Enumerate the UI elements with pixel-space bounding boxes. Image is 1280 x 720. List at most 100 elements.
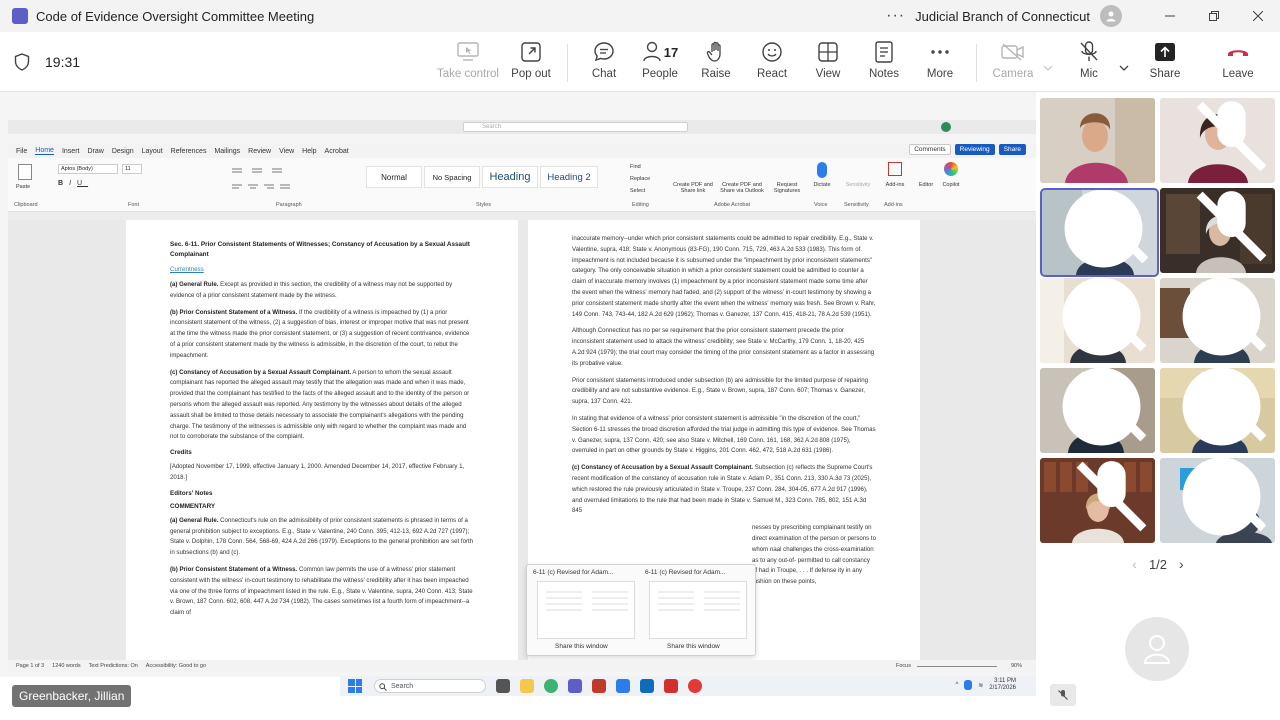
participant-tile[interactable] [1160, 368, 1275, 453]
tray-clock[interactable]: 3:11 PM 2/17/2026 [989, 678, 1016, 692]
request-signatures-button[interactable]: Request Signatures [770, 182, 804, 194]
account-avatar[interactable] [1100, 5, 1122, 27]
word-tab[interactable]: Help [302, 148, 316, 155]
more-button[interactable]: More [907, 40, 973, 88]
word-right-buttons: Comments Reviewing Share [909, 144, 1026, 155]
style-normal[interactable]: Normal [366, 166, 422, 188]
participant-tile[interactable] [1040, 98, 1155, 183]
copilot-icon[interactable] [944, 162, 958, 176]
find-button[interactable]: Find [630, 164, 641, 170]
word-tab[interactable]: Design [112, 148, 134, 155]
task-view-icon[interactable] [496, 679, 510, 693]
person-icon [1106, 11, 1116, 22]
organization-name: Judicial Branch of Connecticut [915, 8, 1090, 24]
word-tab[interactable]: File [16, 148, 27, 155]
participant-tile[interactable] [1160, 278, 1275, 363]
font-name-box[interactable]: Aptos (Body) [58, 164, 118, 174]
participant-tile-speaking[interactable] [1040, 188, 1159, 277]
teams-app-icon[interactable] [568, 679, 582, 693]
toolbar-divider [976, 44, 977, 82]
camera-button[interactable]: Camera [980, 40, 1046, 88]
outlook-app-icon[interactable] [592, 679, 606, 693]
minimize-icon[interactable] [1148, 0, 1192, 32]
windows-start-icon[interactable] [348, 679, 362, 693]
chrome-app-icon[interactable] [688, 679, 702, 693]
word-tab[interactable]: Insert [62, 148, 80, 155]
focus-button[interactable]: Focus [896, 663, 911, 669]
taskbar-search[interactable]: Search [374, 679, 486, 693]
acrobat-app-icon[interactable] [664, 679, 678, 693]
outlook-mail-icon[interactable] [640, 679, 654, 693]
window-thumbnail[interactable] [537, 581, 635, 639]
style-heading1[interactable]: Heading [482, 166, 538, 188]
replace-button[interactable]: Replace [630, 176, 650, 182]
word-search-box[interactable]: Search [463, 122, 688, 132]
restore-icon[interactable] [1192, 0, 1236, 32]
participant-tile[interactable] [1160, 458, 1275, 543]
share-this-window-button[interactable]: Share this window [667, 643, 720, 650]
self-view-mic-off[interactable] [1050, 684, 1076, 706]
next-page-chevron-icon[interactable]: › [1179, 556, 1184, 572]
word-tab[interactable]: Layout [142, 148, 163, 155]
participant-tile[interactable] [1040, 458, 1155, 543]
share-button[interactable]: Share [1132, 40, 1198, 88]
mic-off-icon [1076, 371, 1147, 442]
dictate-mic-icon[interactable] [817, 162, 827, 178]
font-size-box[interactable]: 11 [122, 164, 142, 174]
close-icon[interactable] [1236, 0, 1280, 32]
word-tab[interactable]: References [171, 148, 207, 155]
take-control-button[interactable]: Take control [435, 40, 501, 88]
editor-button[interactable]: Editor [916, 182, 936, 188]
create-pdf-share-button[interactable]: Create PDF and Share link [672, 182, 714, 194]
more-label: More [926, 68, 954, 80]
tray-up-chevron-icon[interactable]: ^ [955, 682, 958, 688]
mic-options-chevron-icon[interactable] [1119, 58, 1129, 71]
style-heading2[interactable]: Heading 2 [540, 166, 598, 188]
word-tab[interactable]: Acrobat [325, 148, 349, 155]
paragraph-buttons[interactable] [230, 166, 340, 194]
word-tab[interactable]: View [279, 148, 294, 155]
style-no-spacing[interactable]: No Spacing [424, 166, 480, 188]
camera-options-chevron-icon[interactable] [1043, 58, 1053, 71]
chat-icon [594, 42, 614, 62]
font-format-buttons[interactable]: BIU [58, 180, 88, 187]
participant-tile[interactable] [1160, 188, 1275, 273]
share-label: Share [1149, 68, 1181, 80]
share-this-window-button[interactable]: Share this window [555, 643, 608, 650]
addins-icon[interactable] [888, 162, 902, 176]
previous-page-chevron-icon[interactable]: ‹ [1132, 556, 1137, 572]
self-view-avatar[interactable] [1125, 617, 1189, 681]
currentness-link[interactable]: Currentness [170, 266, 474, 273]
word-tab[interactable]: Draw [87, 148, 103, 155]
word-share-button[interactable]: Share [998, 144, 1026, 155]
sensitivity-button[interactable]: Sensitivity [842, 182, 874, 188]
window-thumbnail[interactable] [649, 581, 747, 639]
pop-out-button[interactable]: Pop out [498, 40, 564, 88]
leave-button[interactable]: Leave [1205, 40, 1271, 88]
participant-tile[interactable] [1040, 368, 1155, 453]
paste-icon[interactable] [18, 164, 32, 180]
word-app-icon[interactable] [616, 679, 630, 693]
word-tab-home[interactable]: Home [35, 147, 54, 155]
participant-tile[interactable] [1040, 278, 1155, 363]
word-user-avatar[interactable] [941, 122, 951, 132]
word-tab[interactable]: Review [248, 148, 271, 155]
editors-notes-title: Editors' Notes [170, 489, 213, 497]
view-label: View [815, 68, 841, 80]
reviewing-button[interactable]: Reviewing [954, 144, 995, 155]
word-tab[interactable]: Mailings [214, 148, 240, 155]
zoom-slider[interactable] [916, 665, 997, 667]
status-accessibility[interactable]: Accessibility: Good to go [146, 663, 206, 669]
tray-wifi-icon[interactable]: ≋ [978, 682, 983, 689]
taskbar-search-label: Search [391, 682, 414, 690]
file-explorer-icon[interactable] [520, 679, 534, 693]
participant-tile[interactable] [1160, 98, 1275, 183]
comments-button[interactable]: Comments [909, 144, 951, 155]
select-button[interactable]: Select [630, 188, 645, 194]
tray-mic-icon[interactable] [964, 680, 973, 690]
create-pdf-outlook-button[interactable]: Create PDF and Share via Outlook [718, 182, 766, 194]
mic-button[interactable]: Mic [1056, 40, 1122, 88]
more-options-icon[interactable]: ··· [886, 7, 905, 25]
group-label-sensitivity: Sensitivity [844, 202, 869, 208]
browser-icon[interactable] [544, 679, 558, 693]
